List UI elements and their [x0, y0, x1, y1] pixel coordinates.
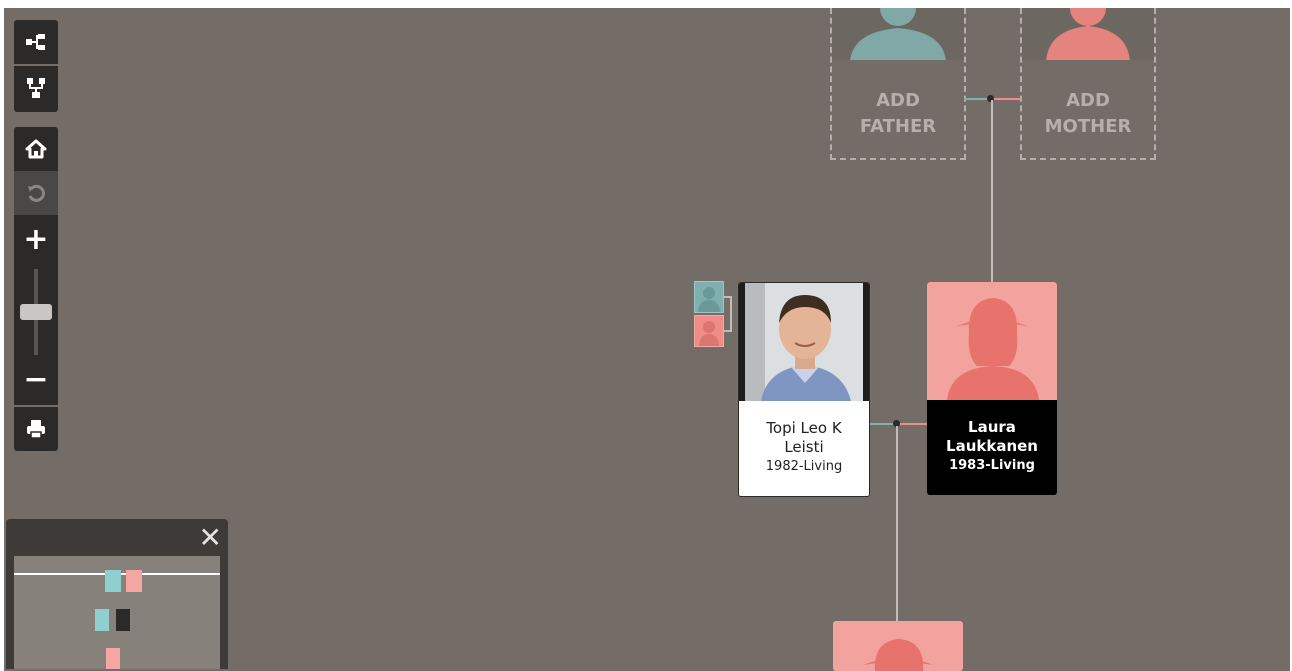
female-silhouette-icon: [863, 639, 933, 671]
zoom-slider-handle[interactable]: [20, 304, 52, 320]
reset-button[interactable]: [14, 171, 58, 215]
minimap-node: [116, 609, 130, 631]
person-name: Topi Leo K Leisti: [739, 419, 869, 457]
person-card-child[interactable]: [833, 621, 963, 671]
add-mother-label-2: MOTHER: [1044, 116, 1132, 137]
minimap-node: [126, 570, 142, 592]
person-first-name: Topi Leo K: [766, 419, 842, 437]
add-father-button[interactable]: ADD FATHER: [830, 8, 966, 160]
navigation-toolbar: + −: [14, 127, 58, 451]
parent-child-line: [991, 100, 993, 282]
close-icon: ✕: [198, 521, 222, 554]
topi-mother-indicator[interactable]: [694, 315, 724, 347]
home-button[interactable]: [14, 127, 58, 171]
person-first-name: Laura: [968, 418, 1016, 436]
minimap-view[interactable]: [14, 556, 220, 669]
zoom-in-button[interactable]: +: [14, 217, 58, 261]
person-name: Laura Laukkanen: [927, 418, 1057, 456]
person-last-name: Laukkanen: [946, 437, 1038, 455]
minimap-panel[interactable]: ✕: [6, 519, 228, 669]
minus-icon: −: [23, 361, 49, 397]
add-father-label-2: FATHER: [859, 116, 937, 137]
plus-icon: +: [23, 221, 49, 257]
person-dates: 1983-Living: [949, 458, 1035, 473]
person-info: Topi Leo K Leisti 1982-Living: [739, 401, 869, 496]
male-silhouette-icon: [832, 8, 964, 60]
minimap-node: [105, 570, 121, 592]
tree-view-button[interactable]: [14, 20, 58, 64]
pedigree-view-button[interactable]: [14, 64, 58, 110]
add-mother-button[interactable]: ADD MOTHER: [1020, 8, 1156, 160]
female-mini-icon: [699, 321, 719, 346]
tree-horizontal-icon: [26, 34, 45, 50]
mother-connector: [992, 98, 1022, 100]
person-last-name: Leisti: [784, 438, 824, 456]
add-father-label-1: ADD: [876, 90, 920, 111]
female-silhouette-icon: [1022, 8, 1154, 60]
spouse-connector-female: [898, 423, 928, 425]
person-dates: 1982-Living: [765, 459, 843, 474]
print-icon: [27, 420, 45, 439]
person-photo: [739, 283, 869, 401]
male-mini-icon: [698, 287, 720, 312]
minimap-node: [95, 609, 109, 631]
couple-child-line: [896, 426, 898, 622]
close-minimap-button[interactable]: ✕: [199, 521, 222, 554]
person-card-topi[interactable]: Topi Leo K Leisti 1982-Living: [738, 282, 870, 497]
tree-vertical-icon: [27, 78, 45, 98]
person-card-laura[interactable]: Laura Laukkanen 1983-Living: [927, 282, 1057, 495]
undo-icon: [28, 184, 45, 202]
female-silhouette-icon: [927, 282, 1057, 400]
zoom-out-button[interactable]: −: [14, 357, 58, 401]
mini-connector-vertical: [730, 296, 732, 332]
print-button[interactable]: [14, 405, 58, 451]
home-icon: [25, 139, 47, 159]
view-toolbar: [14, 20, 58, 112]
add-mother-label-1: ADD: [1066, 90, 1110, 111]
minimap-node: [106, 648, 120, 669]
person-info: Laura Laukkanen 1983-Living: [927, 400, 1057, 495]
topi-father-indicator[interactable]: [694, 281, 724, 313]
